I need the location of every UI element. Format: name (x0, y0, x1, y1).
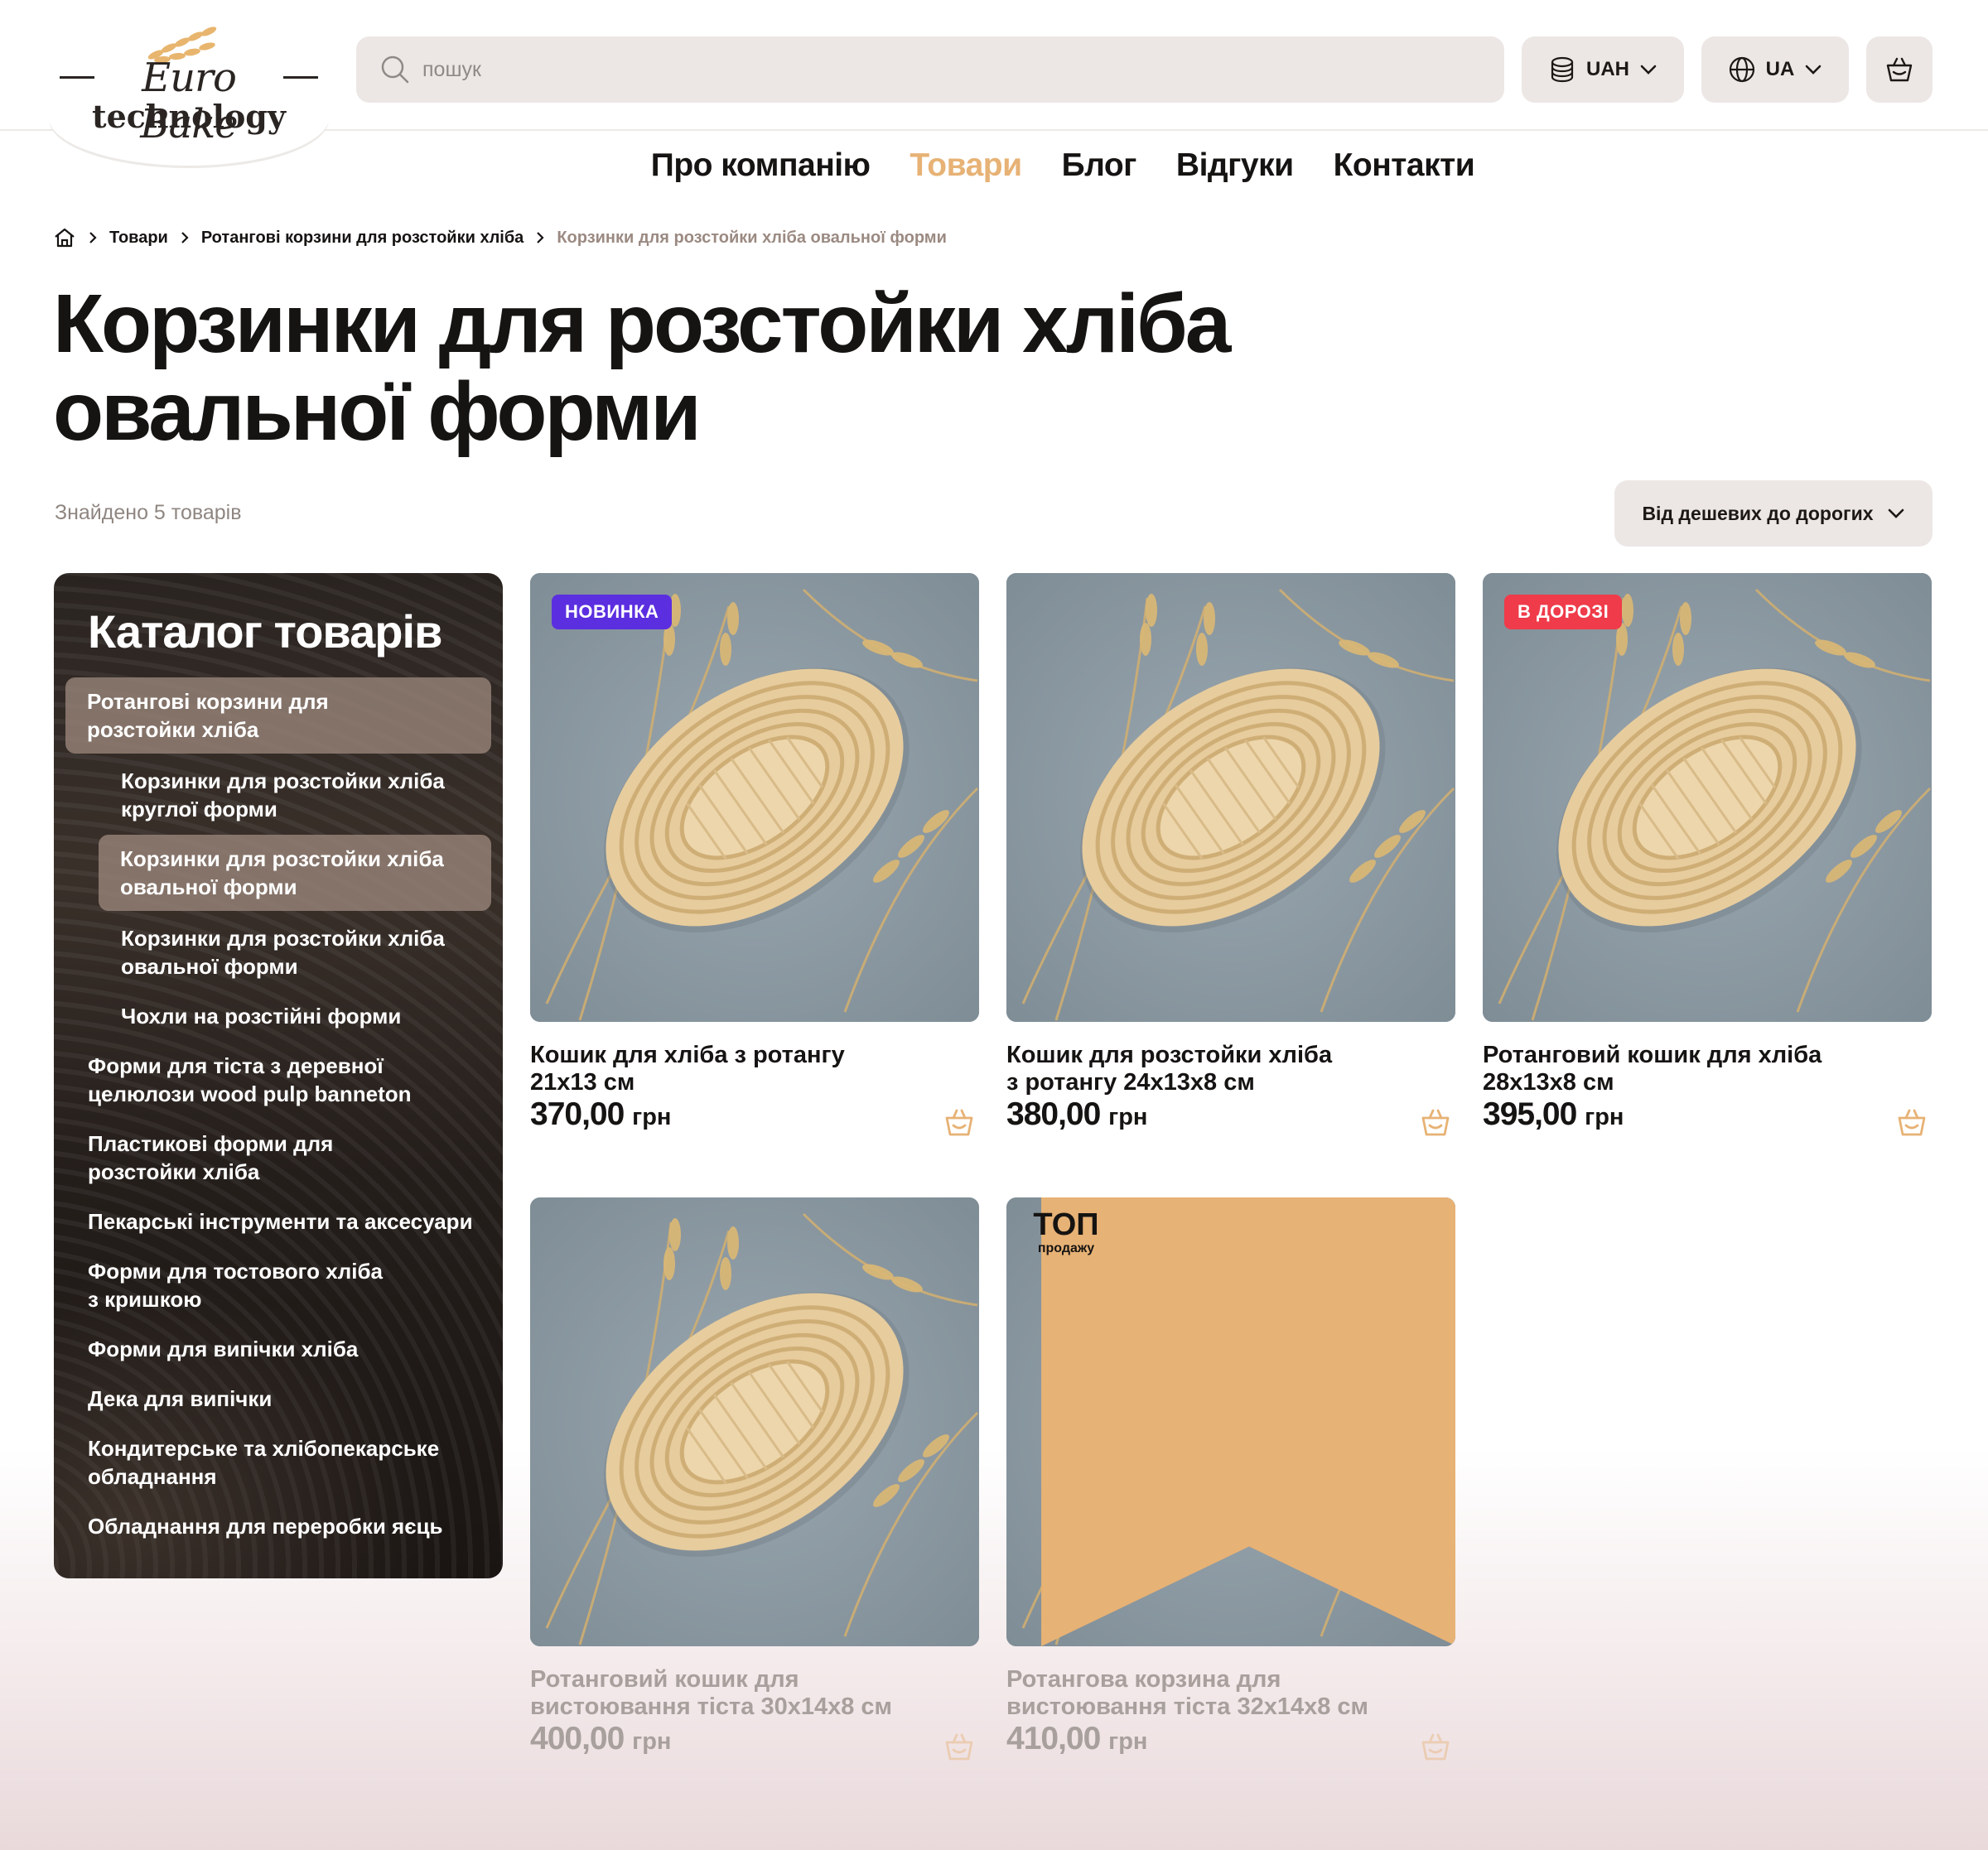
basket-icon (1886, 57, 1913, 82)
catalog-title: Каталог товарів (88, 605, 442, 658)
nav-contacts[interactable]: Контакти (1334, 147, 1475, 184)
badge-top-label: ТОП (1033, 1207, 1099, 1242)
chevron-down-icon (1640, 65, 1657, 75)
nav-products[interactable]: Товари (910, 147, 1022, 184)
catalog-item-trays[interactable]: Дека для випічки (88, 1385, 272, 1413)
catalog-sidebar: Каталог товарів Ротангові корзини для роз… (54, 573, 503, 1578)
header-bar: Euro Bake technology UAH UA (0, 0, 1988, 166)
logo[interactable]: Euro Bake technology (48, 7, 330, 166)
currency-selector[interactable]: UAH (1522, 36, 1684, 103)
product-name[interactable]: Ротанговий кошик для хліба 28х13х8 см (1483, 1042, 1864, 1096)
search-bar[interactable] (356, 36, 1504, 103)
catalog-subitem-round[interactable]: Корзинки для розстойки хліба круглої форм… (121, 767, 445, 823)
cart-button[interactable] (1866, 36, 1933, 103)
product-price: 410,00 грн (1006, 1721, 1148, 1756)
product-price: 400,00 грн (530, 1721, 672, 1756)
chevron-down-icon (1888, 508, 1904, 518)
breadcrumb: Товари Ротангові корзини для розстойки х… (53, 227, 947, 248)
catalog-item-plastic[interactable]: Пластикові форми для розстойки хліба (88, 1130, 333, 1186)
catalog-item-equipment[interactable]: Кондитерське та хлібопекарське обладнання (88, 1434, 439, 1491)
nav-reviews[interactable]: Відгуки (1176, 147, 1294, 184)
product-image[interactable]: НОВИНКА (530, 573, 979, 1022)
badge-in-transit: В ДОРОЗІ (1504, 595, 1623, 629)
nav-about[interactable]: Про компанію (651, 147, 871, 184)
product-name[interactable]: Ротанговий кошик для вистоювання тіста 30… (530, 1666, 911, 1721)
breadcrumb-rattan[interactable]: Ротангові корзини для розстойки хліба (201, 229, 524, 248)
badge-top-sales: ТОП продажу (1025, 1197, 1455, 1646)
chevron-right-icon (537, 232, 544, 243)
language-selector[interactable]: UA (1701, 36, 1849, 103)
coins-icon (1551, 56, 1574, 83)
breadcrumb-current: Корзинки для розстойки хліба овальної фо… (557, 228, 947, 247)
page-title-line1: Корзинки для розстойки хліба (53, 277, 1231, 370)
breadcrumb-products[interactable]: Товари (109, 229, 168, 248)
product-image[interactable]: В ДОРОЗІ (1483, 573, 1932, 1022)
badge-top-sublabel: продажу (1037, 1241, 1095, 1255)
language-value: UA (1765, 58, 1795, 80)
search-icon (381, 55, 409, 84)
home-icon[interactable] (53, 227, 76, 248)
chevron-right-icon (181, 232, 189, 243)
currency-value: UAH (1586, 58, 1629, 80)
add-to-cart-icon[interactable] (1419, 1731, 1452, 1764)
chevron-right-icon (89, 232, 97, 243)
page-title: Корзинки для розстойки хліба овальної фо… (53, 280, 1461, 455)
catalog-item-wood-pulp[interactable]: Форми для тіста з деревної целюлози wood … (88, 1052, 412, 1108)
chevron-down-icon (1806, 65, 1822, 75)
results-count: Знайдено 5 товарів (55, 501, 242, 524)
add-to-cart-icon[interactable] (943, 1731, 976, 1764)
globe-icon (1729, 56, 1754, 83)
product-price: 380,00 грн (1006, 1096, 1148, 1132)
add-to-cart-icon[interactable] (1419, 1106, 1452, 1139)
logo-rule-left (60, 76, 94, 79)
product-name[interactable]: Кошик для хліба з ротангу 21х13 см (530, 1042, 911, 1096)
product-name[interactable]: Ротангова корзина для вистоювання тіста 3… (1006, 1666, 1387, 1721)
page-title-line2: овальної форми (53, 365, 702, 458)
nav-blog[interactable]: Блог (1062, 147, 1137, 184)
catalog-subitem-oval[interactable]: Корзинки для розстойки хліба овальної фор… (121, 924, 445, 980)
product-image[interactable] (1006, 573, 1455, 1022)
product-name[interactable]: Кошик для розстойки хліба з ротангу 24х13… (1006, 1042, 1387, 1096)
add-to-cart-icon[interactable] (943, 1106, 976, 1139)
logo-rule-right (283, 76, 318, 79)
catalog-item-toast-forms[interactable]: Форми для тостового хліба з кришкою (88, 1257, 383, 1313)
logo-subtitle: technology (92, 98, 286, 135)
product-image[interactable] (530, 1197, 979, 1646)
main-nav: Про компанію Товари Блог Відгуки Контакт… (0, 147, 1988, 184)
sort-value: Від дешевих до дорогих (1642, 502, 1874, 524)
product-price: 395,00 грн (1483, 1096, 1624, 1132)
product-image[interactable]: ТОП продажу (1006, 1197, 1455, 1646)
catalog-item-bread-forms[interactable]: Форми для випічки хліба (88, 1335, 358, 1363)
add-to-cart-icon[interactable] (1895, 1106, 1928, 1139)
product-price: 370,00 грн (530, 1096, 672, 1132)
sort-dropdown[interactable]: Від дешевих до дорогих (1614, 480, 1933, 547)
catalog-subitem-covers[interactable]: Чохли на розстійні форми (121, 1002, 401, 1030)
catalog-item-rattan[interactable]: Ротангові корзини для розстойки хліба (65, 677, 491, 754)
catalog-item-tools[interactable]: Пекарські інструменти та аксесуари (88, 1207, 473, 1236)
catalog-item-egg-equipment[interactable]: Обладнання для переробки яєць (88, 1512, 443, 1540)
search-input[interactable] (422, 57, 1416, 82)
badge-new: НОВИНКА (552, 595, 673, 629)
catalog-subitem-oval-active[interactable]: Корзинки для розстойки хліба овальної фор… (99, 835, 491, 911)
